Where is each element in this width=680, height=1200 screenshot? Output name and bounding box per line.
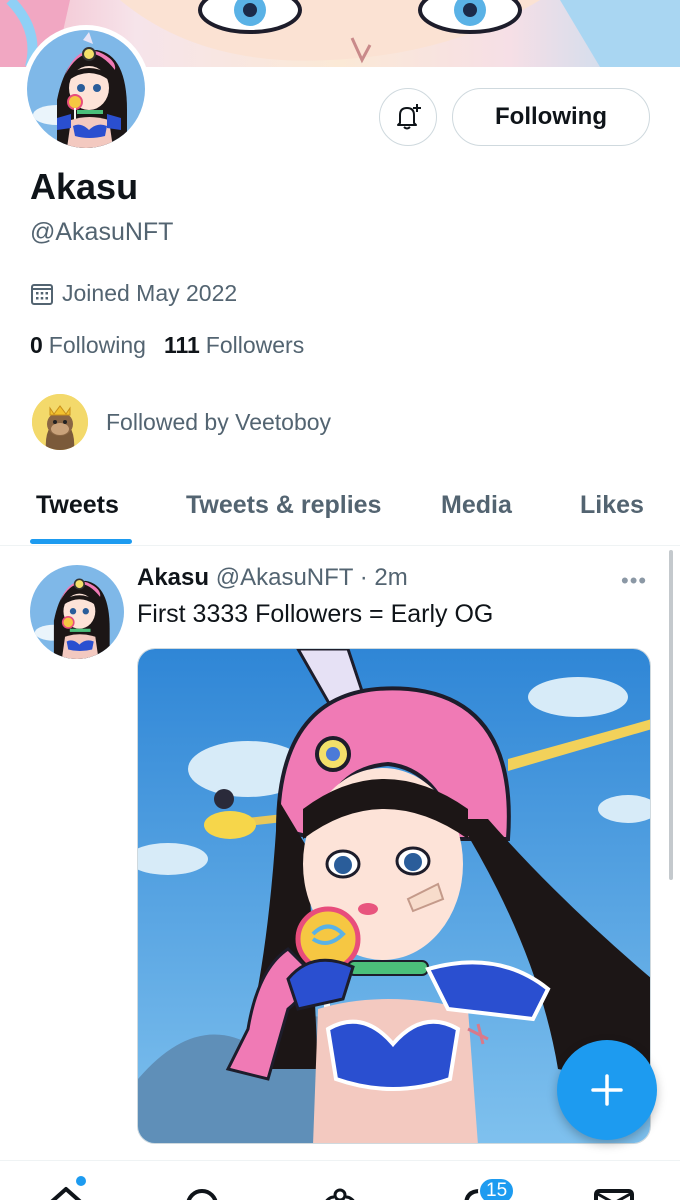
more-horizontal-icon[interactable]: ••• (621, 568, 647, 594)
tab-media[interactable]: Media (441, 491, 512, 520)
following-count: 0 (30, 332, 43, 358)
profile-name: Akasu (30, 166, 139, 207)
followed-by[interactable]: Followed by Veetoboy (32, 394, 331, 450)
tweet-avatar[interactable] (30, 565, 124, 659)
search-icon[interactable] (182, 1183, 222, 1200)
active-tab-indicator (30, 539, 132, 544)
followers-count: 111 (163, 332, 200, 358)
profile-stats: 0 Following 111 Followers (30, 332, 304, 359)
follower-avatar-artwork (32, 394, 88, 450)
compose-tweet-button[interactable] (557, 1040, 657, 1140)
tweet-text: First 3333 Followers = Early OG (137, 600, 494, 628)
scrollbar[interactable] (669, 550, 673, 880)
notifications-badge: 15 (478, 1177, 516, 1200)
joined-date: Joined May 2022 (30, 280, 237, 307)
messages-icon[interactable] (592, 1183, 636, 1200)
notify-button[interactable] (379, 88, 437, 146)
followers-stat[interactable]: 111 Followers (164, 332, 304, 359)
following-stat[interactable]: 0 Following (30, 332, 146, 359)
avatar-artwork (27, 30, 145, 148)
profile-avatar[interactable] (22, 25, 150, 153)
followed-by-label: Followed by Veetoboy (106, 408, 332, 435)
bottom-navigation (0, 1160, 680, 1200)
calendar-icon (31, 283, 53, 305)
follower-avatar (32, 394, 88, 450)
profile-handle: @AkasuNFT (30, 218, 174, 246)
tab-tweets-and-replies[interactable]: Tweets & replies (186, 491, 381, 520)
tweet-avatar-artwork (30, 565, 124, 659)
tweet-timestamp[interactable]: · 2m (360, 564, 408, 591)
plus-icon (591, 1074, 623, 1106)
spaces-icon[interactable] (318, 1183, 362, 1200)
bell-plus-icon (397, 104, 421, 130)
tweet-header: Akasu @AkasuNFT · 2m (137, 564, 408, 592)
tab-tweets[interactable]: Tweets (36, 491, 119, 520)
following-stat-label: Following (48, 332, 146, 358)
profile-tabs: Tweets Tweets & replies Media Likes (0, 476, 680, 546)
tab-likes[interactable]: Likes (580, 491, 644, 520)
followers-stat-label: Followers (205, 332, 305, 358)
home-unread-dot (76, 1176, 86, 1186)
tweet-author-name[interactable]: Akasu (137, 564, 209, 591)
tweet-author-handle[interactable]: @AkasuNFT (216, 564, 353, 591)
following-button[interactable]: Following (452, 88, 650, 146)
joined-label: Joined May 2022 (62, 280, 238, 306)
